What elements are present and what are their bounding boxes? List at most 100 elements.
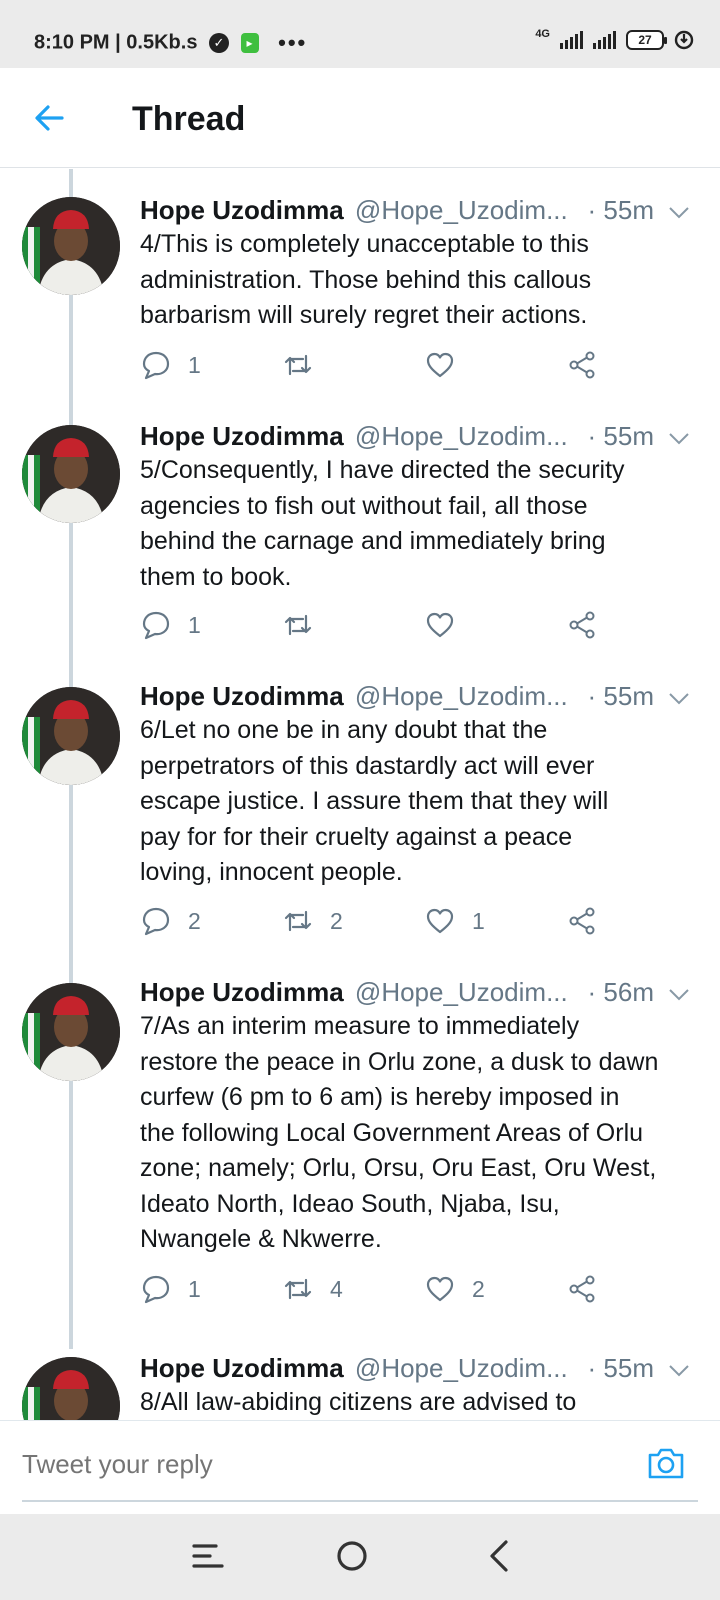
chevron-left-icon[interactable] [478,1534,522,1578]
reply-button[interactable]: 1 [140,605,201,645]
status-time: 8:10 PM | 0.5Kb.s [34,31,198,54]
tweet-text: 8/All law-abiding citizens are advised t… [140,1385,705,1420]
heart-icon [426,352,454,378]
author-handle[interactable]: @Hope_Uzodim... [355,1353,568,1383]
reply-button[interactable]: 1 [140,1269,201,1309]
avatar[interactable] [22,687,120,785]
chevron-down-icon[interactable] [666,981,692,1007]
reply-button[interactable]: 2 [140,901,201,941]
tweet-line: 8/All law-abiding citizens are advised t… [140,1388,577,1416]
avatar-image [22,425,120,523]
status-right: 4G 27 [535,28,694,50]
tweet-line: 4/This is completely unacceptable to thi… [140,230,589,258]
share-icon [569,907,595,935]
tweet-line: perpetrators of this dastardly act will … [140,751,595,780]
tweet-header: Hope Uzodimma @Hope_Uzodim... · 55m [140,421,700,455]
tweet-item[interactable]: Hope Uzodimma @Hope_Uzodim... · 55m 6/Le… [0,681,720,983]
tweet-line: the following Local Government Areas of … [140,1118,644,1147]
system-nav-bar [0,1514,720,1600]
tweet-line: escape justice. I assure them that they … [140,787,609,815]
signal-strength-icon [560,31,583,49]
menu-lines-icon[interactable] [186,1534,230,1578]
avatar[interactable] [22,425,120,523]
author-name[interactable]: Hope Uzodimma [140,681,344,711]
tweet-line: administration. Those behind this callou… [140,265,592,294]
circle-home-icon[interactable] [330,1534,374,1578]
page-title: Thread [132,100,246,138]
retweet-count: 4 [330,1275,343,1302]
retweet-button[interactable] [282,605,330,645]
reply-button[interactable]: 1 [140,345,201,385]
reply-composer [0,1420,720,1514]
share-button[interactable] [566,1269,598,1309]
tweet-line: curfew (6 pm to 6 am) is hereby imposed … [140,1083,620,1111]
tweet-line: 6/Let no one be in any doubt that the [140,716,548,744]
like-button[interactable]: 2 [424,1269,485,1309]
reply-count: 1 [188,1275,201,1302]
network-type-label: 4G [535,28,550,40]
tweet-time[interactable]: · 55m [588,195,654,226]
tweet-line: Ideato North, Ideao South, Njaba, Isu, [140,1189,560,1218]
tweet-line: 7/As an interim measure to immediately [140,1012,580,1040]
retweet-button[interactable] [282,345,330,385]
retweet-button[interactable]: 2 [282,901,343,941]
like-button[interactable]: 1 [424,901,485,941]
author-name[interactable]: Hope Uzodimma [140,421,344,451]
tweet-time[interactable]: · 55m [588,1353,654,1384]
tweet-item[interactable]: Hope Uzodimma @Hope_Uzodim... · 55m 4/Th… [0,169,720,425]
status-left: 8:10 PM | 0.5Kb.s ✓ ▸ ••• [34,30,307,56]
tweet-item[interactable]: Hope Uzodimma @Hope_Uzodim... · 55m 5/Co… [0,421,720,687]
tweet-time[interactable]: · 55m [588,421,654,452]
avatar-image [22,197,120,295]
heart-icon [426,612,454,638]
tweet-item[interactable]: Hope Uzodimma @Hope_Uzodim... · 56m 7/As… [0,977,720,1349]
tweet-time[interactable]: · 56m [588,977,654,1008]
tweet-text: 7/As an interim measure to immediately r… [140,1009,705,1258]
avatar[interactable] [22,1357,120,1420]
author-name[interactable]: Hope Uzodimma [140,1353,344,1383]
author-handle[interactable]: @Hope_Uzodim... [355,681,568,711]
power-saver-icon [674,30,694,50]
speech-bubble-icon [142,907,170,936]
tweet-line: pay for for their cruelty against a peac… [140,822,573,851]
share-button[interactable] [566,345,598,385]
retweet-icon [284,354,312,376]
tweet-line: zone; namely; Orlu, Orsu, Oru East, Oru … [140,1154,657,1182]
author-handle[interactable]: @Hope_Uzodim... [355,421,568,451]
chevron-down-icon[interactable] [666,425,692,451]
avatar-image [22,687,120,785]
share-button[interactable] [566,605,598,645]
thread-list[interactable]: Hope Uzodimma @Hope_Uzodim... · 55m 4/Th… [0,169,720,1420]
reply-count: 2 [188,907,201,934]
author-handle[interactable]: @Hope_Uzodim... [355,195,568,225]
author-handle[interactable]: @Hope_Uzodim... [355,977,568,1007]
back-arrow-icon[interactable] [30,98,70,138]
tweet-line: restore the peace in Orlu zone, a dusk t… [140,1047,659,1076]
author-name[interactable]: Hope Uzodimma [140,977,344,1007]
tweet-header: Hope Uzodimma @Hope_Uzodim... · 55m [140,681,700,715]
tweet-time[interactable]: · 55m [588,681,654,712]
chevron-down-icon[interactable] [666,685,692,711]
signal-strength-2-icon [593,31,616,49]
reply-count: 1 [188,611,201,638]
battery-icon: 27 [626,30,667,50]
chevron-down-icon[interactable] [666,1357,692,1383]
retweet-button[interactable]: 4 [282,1269,343,1309]
retweet-count: 2 [330,907,343,934]
thread-connector [69,521,73,687]
avatar[interactable] [22,983,120,1081]
chevron-down-icon[interactable] [666,199,692,225]
retweet-icon [284,910,312,932]
tweet-item[interactable]: Hope Uzodimma @Hope_Uzodim... · 55m 8/Al… [0,1353,720,1420]
thread-connector-top [69,169,73,191]
retweet-icon [284,614,312,636]
like-button[interactable] [424,605,472,645]
avatar[interactable] [22,197,120,295]
camera-icon[interactable] [646,1443,686,1483]
reply-input[interactable] [22,1449,582,1480]
tweet-text: 4/This is completely unacceptable to thi… [140,227,705,334]
share-button[interactable] [566,901,598,941]
like-button[interactable] [424,345,472,385]
author-name[interactable]: Hope Uzodimma [140,195,344,225]
tweet-line: barbarism will surely regret their actio… [140,301,588,329]
